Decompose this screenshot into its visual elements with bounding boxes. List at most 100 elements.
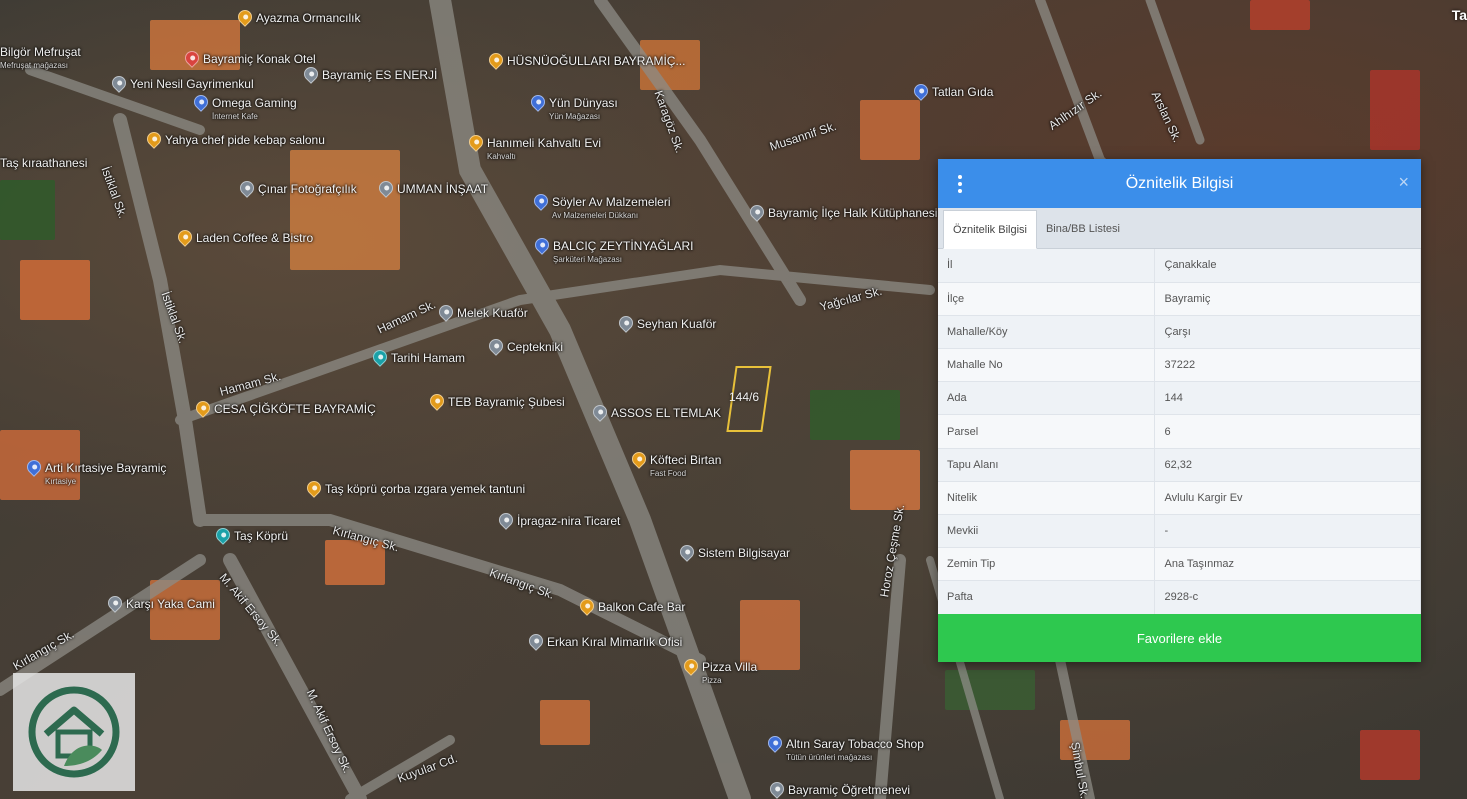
place-name: Bayramiç ES ENERJİ bbox=[322, 68, 438, 82]
house-leaf-logo-icon bbox=[28, 686, 120, 778]
place-label[interactable]: Omega Gaming İnternet Kafe bbox=[212, 97, 297, 123]
place-label[interactable]: İpragaz-nira Ticaret bbox=[517, 515, 620, 528]
attribute-key: Parsel bbox=[938, 414, 1155, 449]
place-label[interactable]: Tatlan Gıda bbox=[932, 86, 993, 99]
place-label[interactable]: Bayramiç Konak Otel bbox=[203, 53, 316, 66]
place-name: Sistem Bilgisayar bbox=[698, 546, 791, 560]
place-label[interactable]: ASSOS EL TEMLAK bbox=[611, 407, 721, 420]
place-label[interactable]: Erkan Kıral Mimarlık Ofisi bbox=[547, 636, 682, 649]
place-label[interactable]: UMMAN İNŞAAT bbox=[397, 183, 488, 196]
place-category: Fast Food bbox=[650, 469, 687, 478]
place-label[interactable]: Ceptekniki bbox=[507, 341, 563, 354]
place-name: İpragaz-nira Ticaret bbox=[517, 514, 621, 528]
place-category: Yün Mağazası bbox=[549, 112, 601, 121]
place-label[interactable]: Ayazma Ormancılık bbox=[256, 12, 360, 25]
attribute-row: Mevkii - bbox=[938, 514, 1421, 549]
place-label[interactable]: Taş köprü çorba ızgara yemek tantuni bbox=[325, 483, 525, 496]
add-to-favorites-button[interactable]: Favorilere ekle bbox=[938, 614, 1421, 662]
place-label[interactable]: Bayramiç ES ENERJİ bbox=[322, 69, 437, 82]
attribute-value: Ana Taşınmaz bbox=[1154, 547, 1421, 582]
place-name: Bayramiç Konak Otel bbox=[203, 52, 316, 66]
place-label[interactable]: Yeni Nesil Gayrimenkul bbox=[130, 78, 254, 91]
tab-building-list[interactable]: Bina/BB Listesi bbox=[1037, 210, 1129, 248]
place-name: Bilgör Mefruşat bbox=[0, 45, 81, 59]
attribute-row: Mahalle No 37222 bbox=[938, 348, 1421, 383]
place-label[interactable]: Taş kıraathanesi bbox=[0, 157, 87, 170]
attribute-key: Mahalle/Köy bbox=[938, 315, 1155, 350]
attribute-key: İlçe bbox=[938, 282, 1155, 316]
parcel-number-label: 144/6 bbox=[729, 390, 760, 404]
attribute-row: Parsel 6 bbox=[938, 414, 1421, 449]
place-name: Yeni Nesil Gayrimenkul bbox=[130, 77, 254, 91]
place-label[interactable]: Karşı Yaka Cami bbox=[126, 598, 215, 611]
place-name: BALCIÇ ZEYTİNYAĞLARI bbox=[553, 239, 694, 253]
place-label[interactable]: Bayramiç Öğretmenevi bbox=[788, 784, 910, 797]
place-label[interactable]: Sistem Bilgisayar bbox=[698, 547, 790, 560]
panel-title: Öznitelik Bilgisi bbox=[1125, 174, 1234, 192]
place-name: Yahya chef pide kebap salonu bbox=[165, 133, 325, 147]
attribute-row: Tapu Alanı 62,32 bbox=[938, 448, 1421, 482]
place-name: Arti Kırtasiye Bayramiç bbox=[45, 461, 167, 475]
menu-kebab-icon[interactable] bbox=[956, 175, 964, 193]
attribute-key: Mahalle No bbox=[938, 348, 1155, 383]
attribute-value: 2928-c bbox=[1154, 580, 1421, 615]
place-label[interactable]: Laden Coffee & Bistro bbox=[196, 232, 313, 245]
place-label[interactable]: CESA ÇİĞKÖFTE BAYRAMİÇ bbox=[214, 403, 376, 416]
place-name: Köfteci Birtan bbox=[650, 453, 722, 467]
place-name: Balkon Cafe Bar bbox=[598, 600, 686, 614]
place-name: ASSOS EL TEMLAK bbox=[611, 406, 722, 420]
attribute-key: Nitelik bbox=[938, 481, 1155, 516]
attribute-value: Çanakkale bbox=[1154, 249, 1421, 283]
attribute-row: İlçe Bayramiç bbox=[938, 282, 1421, 316]
attribute-value: 37222 bbox=[1154, 348, 1421, 383]
place-label[interactable]: Pizza Villa Pizza bbox=[702, 661, 757, 687]
place-name: Tarihi Hamam bbox=[391, 351, 466, 365]
attribute-row: Pafta 2928-c bbox=[938, 580, 1421, 615]
attribute-table: İl Çanakkale İlçe Bayramiç Mahalle/Köy Çarşı M… bbox=[938, 249, 1421, 615]
attribute-value: Çarşı bbox=[1154, 315, 1421, 350]
place-label[interactable]: Bilgör Mefruşat Mefruşat mağazası bbox=[0, 46, 81, 72]
brand-logo bbox=[13, 673, 135, 791]
place-label[interactable]: Hanımeli Kahvaltı Evi Kahvaltı bbox=[487, 137, 601, 163]
place-category: Kırtasiye bbox=[45, 477, 77, 486]
place-name: Altın Saray Tobacco Shop bbox=[786, 737, 924, 751]
place-label[interactable]: TEB Bayramiç Şubesi bbox=[448, 396, 565, 409]
panel-tabs: Öznitelik Bilgisi Bina/BB Listesi bbox=[938, 208, 1421, 249]
top-right-text: Ta bbox=[1451, 7, 1467, 23]
place-label[interactable]: Yün Dünyası Yün Mağazası bbox=[549, 97, 618, 123]
attribute-key: Mevkii bbox=[938, 514, 1155, 549]
attribute-value: 144 bbox=[1154, 381, 1421, 416]
place-label[interactable]: Yahya chef pide kebap salonu bbox=[165, 134, 325, 147]
attribute-row: Mahalle/Köy Çarşı bbox=[938, 315, 1421, 350]
place-category: Mefruşat mağazası bbox=[0, 61, 69, 70]
place-label[interactable]: Melek Kuaför bbox=[457, 307, 528, 320]
close-icon[interactable]: × bbox=[1398, 173, 1409, 191]
place-label[interactable]: Arti Kırtasiye Bayramiç Kırtasiye bbox=[45, 462, 166, 488]
tab-attribute-info[interactable]: Öznitelik Bilgisi bbox=[943, 210, 1037, 249]
place-name: TEB Bayramiç Şubesi bbox=[448, 395, 565, 409]
place-label[interactable]: Taş Köprü bbox=[234, 530, 288, 543]
place-category: Av Malzemeleri Dükkanı bbox=[552, 211, 639, 220]
place-label[interactable]: HÜSNÜOĞULLARI BAYRAMİÇ... bbox=[507, 55, 685, 68]
place-label[interactable]: Balkon Cafe Bar bbox=[598, 601, 685, 614]
attribute-value: 62,32 bbox=[1154, 448, 1421, 482]
place-label[interactable]: Tarihi Hamam bbox=[391, 352, 465, 365]
place-name: HÜSNÜOĞULLARI BAYRAMİÇ... bbox=[507, 54, 686, 68]
attribute-key: Pafta bbox=[938, 580, 1155, 615]
place-name: Bayramiç Öğretmenevi bbox=[788, 783, 911, 797]
attribute-row: Ada 144 bbox=[938, 381, 1421, 416]
place-label[interactable]: Söyler Av Malzemeleri Av Malzemeleri Dükk… bbox=[552, 196, 671, 222]
place-name: Ayazma Ormancılık bbox=[256, 11, 361, 25]
attribute-row: Nitelik Avlulu Kargir Ev bbox=[938, 481, 1421, 516]
place-name: CESA ÇİĞKÖFTE BAYRAMİÇ bbox=[214, 402, 376, 416]
place-label[interactable]: Altın Saray Tobacco Shop Tütün ürünleri m… bbox=[786, 738, 924, 764]
place-label[interactable]: Seyhan Kuaför bbox=[637, 318, 716, 331]
place-category: Tütün ürünleri mağazası bbox=[786, 753, 873, 762]
place-label[interactable]: BALCIÇ ZEYTİNYAĞLARI Şarküteri Mağazası bbox=[553, 240, 693, 266]
place-label[interactable]: Çınar Fotoğrafçılık bbox=[258, 183, 357, 196]
place-name: Melek Kuaför bbox=[457, 306, 528, 320]
place-name: Seyhan Kuaför bbox=[637, 317, 717, 331]
attribute-row: İl Çanakkale bbox=[938, 249, 1421, 283]
place-category: İnternet Kafe bbox=[212, 112, 258, 121]
place-label[interactable]: Köfteci Birtan Fast Food bbox=[650, 454, 721, 480]
